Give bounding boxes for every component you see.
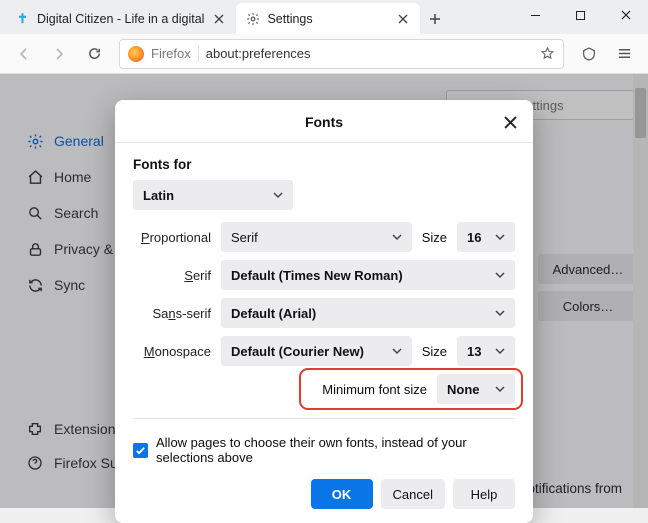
mono-label: Monospace bbox=[133, 344, 211, 359]
allow-pages-label: Allow pages to choose their own fonts, i… bbox=[156, 435, 515, 465]
dialog-title: Fonts bbox=[305, 114, 343, 130]
chevron-down-icon bbox=[273, 190, 283, 200]
help-button[interactable]: Help bbox=[453, 479, 515, 509]
new-tab-button[interactable] bbox=[420, 4, 450, 34]
cancel-button[interactable]: Cancel bbox=[381, 479, 445, 509]
gear-icon bbox=[245, 11, 260, 26]
close-icon[interactable] bbox=[211, 11, 227, 27]
fonts-dialog: Fonts Fonts for Latin Proportional Serif… bbox=[115, 100, 533, 523]
window-minimize-button[interactable] bbox=[513, 0, 558, 30]
size-label: Size bbox=[422, 230, 447, 245]
window-close-button[interactable] bbox=[603, 0, 648, 30]
chevron-down-icon bbox=[495, 346, 505, 356]
back-button[interactable] bbox=[8, 38, 40, 70]
chevron-down-icon bbox=[495, 308, 505, 318]
tab-settings[interactable]: Settings bbox=[236, 3, 420, 34]
script-select[interactable]: Latin bbox=[133, 180, 293, 210]
chevron-down-icon bbox=[495, 270, 505, 280]
titlebar: ✝ Digital Citizen - Life in a digital Se… bbox=[0, 0, 648, 34]
size-label: Size bbox=[422, 344, 447, 359]
serif-select[interactable]: Default (Times New Roman) bbox=[221, 260, 515, 290]
proportional-select[interactable]: Serif bbox=[221, 222, 412, 252]
chevron-down-icon bbox=[495, 232, 505, 242]
cross-icon: ✝ bbox=[15, 11, 30, 26]
allow-pages-checkbox[interactable] bbox=[133, 443, 148, 458]
menu-button[interactable] bbox=[608, 38, 640, 70]
min-font-label: Minimum font size bbox=[322, 382, 427, 397]
serif-label: Serif bbox=[133, 268, 211, 283]
identity-label: Firefox bbox=[151, 46, 191, 61]
close-icon[interactable] bbox=[501, 113, 519, 131]
mono-size-select[interactable]: 13 bbox=[457, 336, 515, 366]
chevron-down-icon bbox=[495, 384, 505, 394]
sans-label: Sans-serif bbox=[133, 306, 211, 321]
tab-label: Digital Citizen - Life in a digital bbox=[37, 12, 204, 26]
forward-button[interactable] bbox=[43, 38, 75, 70]
proportional-label: Proportional bbox=[133, 230, 211, 245]
chevron-down-icon bbox=[392, 346, 402, 356]
fonts-for-label: Fonts for bbox=[133, 157, 515, 172]
pocket-button[interactable] bbox=[573, 38, 605, 70]
sans-select[interactable]: Default (Arial) bbox=[221, 298, 515, 328]
ok-button[interactable]: OK bbox=[311, 479, 373, 509]
bookmark-icon[interactable] bbox=[540, 46, 555, 61]
url-text: about:preferences bbox=[206, 46, 311, 61]
url-bar[interactable]: Firefox about:preferences bbox=[119, 39, 564, 69]
toolbar: Firefox about:preferences bbox=[0, 34, 648, 74]
close-icon[interactable] bbox=[395, 11, 411, 27]
reload-button[interactable] bbox=[78, 38, 110, 70]
min-font-select[interactable]: None bbox=[437, 374, 515, 404]
window-maximize-button[interactable] bbox=[558, 0, 603, 30]
tab-label: Settings bbox=[267, 12, 388, 26]
mono-select[interactable]: Default (Courier New) bbox=[221, 336, 412, 366]
proportional-size-select[interactable]: 16 bbox=[457, 222, 515, 252]
firefox-icon bbox=[128, 46, 144, 62]
tab-digital-citizen[interactable]: ✝ Digital Citizen - Life in a digital bbox=[6, 3, 236, 34]
chevron-down-icon bbox=[392, 232, 402, 242]
